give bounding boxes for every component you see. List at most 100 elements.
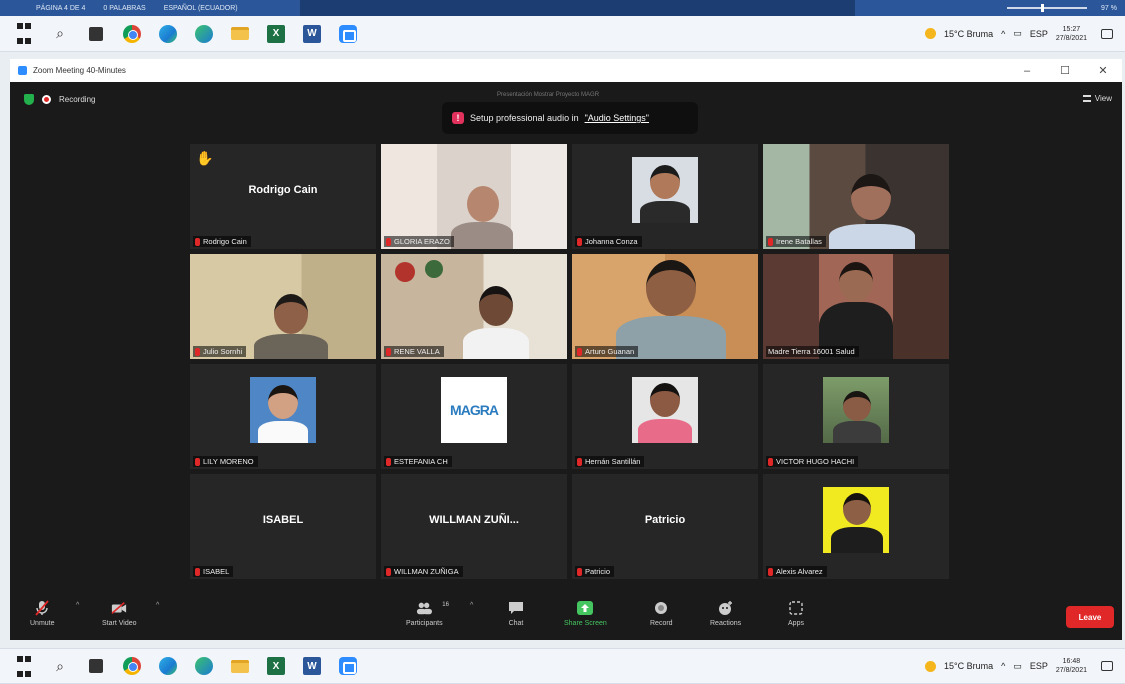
- participant-tile[interactable]: Julio Sornhi: [190, 254, 376, 359]
- excel-icon[interactable]: X: [262, 20, 290, 48]
- edge-beta-icon[interactable]: [190, 652, 218, 680]
- participant-name: Irene Batallas: [776, 237, 822, 246]
- unmute-button[interactable]: Unmute: [30, 600, 55, 627]
- participant-name: WILLMAN ZUÑIGA: [394, 567, 459, 576]
- participant-display-name: Patricio: [644, 514, 686, 526]
- zoom-window-titlebar: Zoom Meeting 40-Minutes – ☐ ✕: [10, 59, 1122, 82]
- audio-settings-link[interactable]: "Audio Settings": [585, 113, 649, 123]
- participant-tile[interactable]: GLORIA ERAZO: [381, 144, 567, 249]
- edge-beta-icon[interactable]: [190, 20, 218, 48]
- participant-nametag: ESTEFANIA CH: [384, 456, 452, 467]
- participant-tile[interactable]: Alexis Alvarez: [763, 474, 949, 579]
- minimize-button[interactable]: –: [1008, 59, 1046, 82]
- raised-hand-icon: ✋: [196, 150, 214, 166]
- chrome-icon[interactable]: [118, 652, 146, 680]
- network-icon[interactable]: ▭: [1013, 28, 1022, 39]
- participants-options-caret-icon[interactable]: ^: [470, 602, 473, 609]
- edge-icon[interactable]: [154, 652, 182, 680]
- notification-icon[interactable]: [1101, 661, 1113, 671]
- participant-video: [763, 254, 949, 359]
- participant-tile-active-speaker[interactable]: Madre Tierra 16001 Salud: [763, 254, 949, 359]
- muted-mic-icon: [577, 237, 582, 246]
- participant-photo: [250, 377, 316, 443]
- store-icon[interactable]: [82, 652, 110, 680]
- excel-icon[interactable]: X: [262, 652, 290, 680]
- view-button[interactable]: View: [1082, 94, 1112, 103]
- audio-options-caret-icon[interactable]: ^: [76, 602, 79, 609]
- weather-icon[interactable]: [924, 28, 936, 39]
- apps-icon: [788, 600, 804, 616]
- chat-label: Chat: [508, 620, 524, 627]
- weather-text[interactable]: 15°C Bruma: [944, 29, 993, 39]
- participant-name: Madre Tierra 16001 Salud: [768, 347, 855, 356]
- participant-name: Patricio: [585, 567, 611, 576]
- leave-button[interactable]: Leave: [1066, 606, 1114, 628]
- video-off-icon: [111, 600, 127, 616]
- edge-icon[interactable]: [154, 20, 182, 48]
- file-explorer-icon[interactable]: [226, 652, 254, 680]
- participant-tile[interactable]: LILY MORENO: [190, 364, 376, 469]
- chat-button[interactable]: Chat: [508, 600, 524, 627]
- search-icon[interactable]: ⌕: [46, 652, 74, 680]
- record-button[interactable]: Record: [650, 600, 673, 627]
- chrome-icon[interactable]: [118, 20, 146, 48]
- muted-microphone-icon: [34, 600, 50, 616]
- chevron-up-icon[interactable]: ^: [1001, 29, 1005, 39]
- view-label: View: [1094, 94, 1112, 103]
- participant-name: Rodrigo Cain: [203, 237, 247, 246]
- participant-tile[interactable]: ✋ Rodrigo Cain Rodrigo Cain: [190, 144, 376, 249]
- security-shield-icon[interactable]: [24, 94, 34, 105]
- notification-icon[interactable]: [1101, 28, 1113, 39]
- participant-tile[interactable]: VICTOR HUGO HACHI: [763, 364, 949, 469]
- window-controls: – ☐ ✕: [1008, 59, 1122, 82]
- language-indicator[interactable]: ESP: [1030, 29, 1048, 39]
- participant-tile[interactable]: MAGRA ESTEFANIA CH: [381, 364, 567, 469]
- chevron-up-icon[interactable]: ^: [1001, 661, 1005, 671]
- network-icon[interactable]: ▭: [1013, 661, 1022, 672]
- participant-photo: [823, 487, 889, 553]
- share-screen-button[interactable]: Share Screen: [564, 600, 607, 627]
- participant-name: Hernán Santillán: [585, 457, 641, 466]
- language-indicator[interactable]: ESP: [1030, 661, 1048, 671]
- participant-tile[interactable]: WILLMAN ZUÑI... WILLMAN ZUÑIGA: [381, 474, 567, 579]
- windows-start-icon[interactable]: [10, 20, 38, 48]
- participant-tile[interactable]: ISABEL ISABEL: [190, 474, 376, 579]
- windows-start-icon[interactable]: [10, 652, 38, 680]
- participant-tile[interactable]: RENE VALLA: [381, 254, 567, 359]
- clock-date: 27/8/2021: [1055, 34, 1087, 42]
- word-word-count: 0 PALABRAS: [103, 4, 146, 12]
- participant-nametag: GLORIA ERAZO: [384, 236, 454, 247]
- participant-tile[interactable]: Arturo Guanan: [572, 254, 758, 359]
- talking-indicator: Presentación Mostrar Proyecto MAGR: [497, 92, 600, 98]
- participant-tile[interactable]: Irene Batallas: [763, 144, 949, 249]
- word-zoom-slider[interactable]: [1007, 4, 1088, 12]
- participant-name: Alexis Alvarez: [776, 567, 823, 576]
- store-icon[interactable]: [82, 20, 110, 48]
- maximize-button[interactable]: ☐: [1046, 59, 1084, 82]
- apps-button[interactable]: Apps: [788, 600, 804, 627]
- participants-button[interactable]: 16 Participants: [406, 600, 449, 627]
- reactions-button[interactable]: Reactions: [710, 600, 741, 627]
- file-explorer-icon[interactable]: [226, 20, 254, 48]
- recording-indicator[interactable]: Recording: [24, 94, 95, 105]
- participant-tile[interactable]: Hernán Santillán: [572, 364, 758, 469]
- close-button[interactable]: ✕: [1084, 59, 1122, 82]
- unmute-label: Unmute: [30, 620, 55, 627]
- word-icon[interactable]: W: [298, 652, 326, 680]
- weather-text[interactable]: 15°C Bruma: [944, 661, 993, 671]
- clock[interactable]: 15:27 27/8/2021: [1056, 25, 1087, 43]
- zoom-app-icon[interactable]: [334, 20, 362, 48]
- muted-mic-icon: [386, 237, 391, 246]
- participant-tile[interactable]: Patricio Patricio: [572, 474, 758, 579]
- start-video-button[interactable]: Start Video: [102, 600, 137, 627]
- participant-tile[interactable]: Johanna Conza: [572, 144, 758, 249]
- participant-name: GLORIA ERAZO: [394, 237, 450, 246]
- weather-icon[interactable]: [924, 660, 936, 672]
- word-page-count: PÁGINA 4 DE 4: [36, 4, 86, 12]
- video-options-caret-icon[interactable]: ^: [156, 602, 159, 609]
- muted-mic-icon: [195, 457, 200, 466]
- clock[interactable]: 16:48 27/8/2021: [1056, 657, 1087, 675]
- zoom-app-icon[interactable]: [334, 652, 362, 680]
- word-icon[interactable]: W: [298, 20, 326, 48]
- search-icon[interactable]: ⌕: [46, 20, 74, 48]
